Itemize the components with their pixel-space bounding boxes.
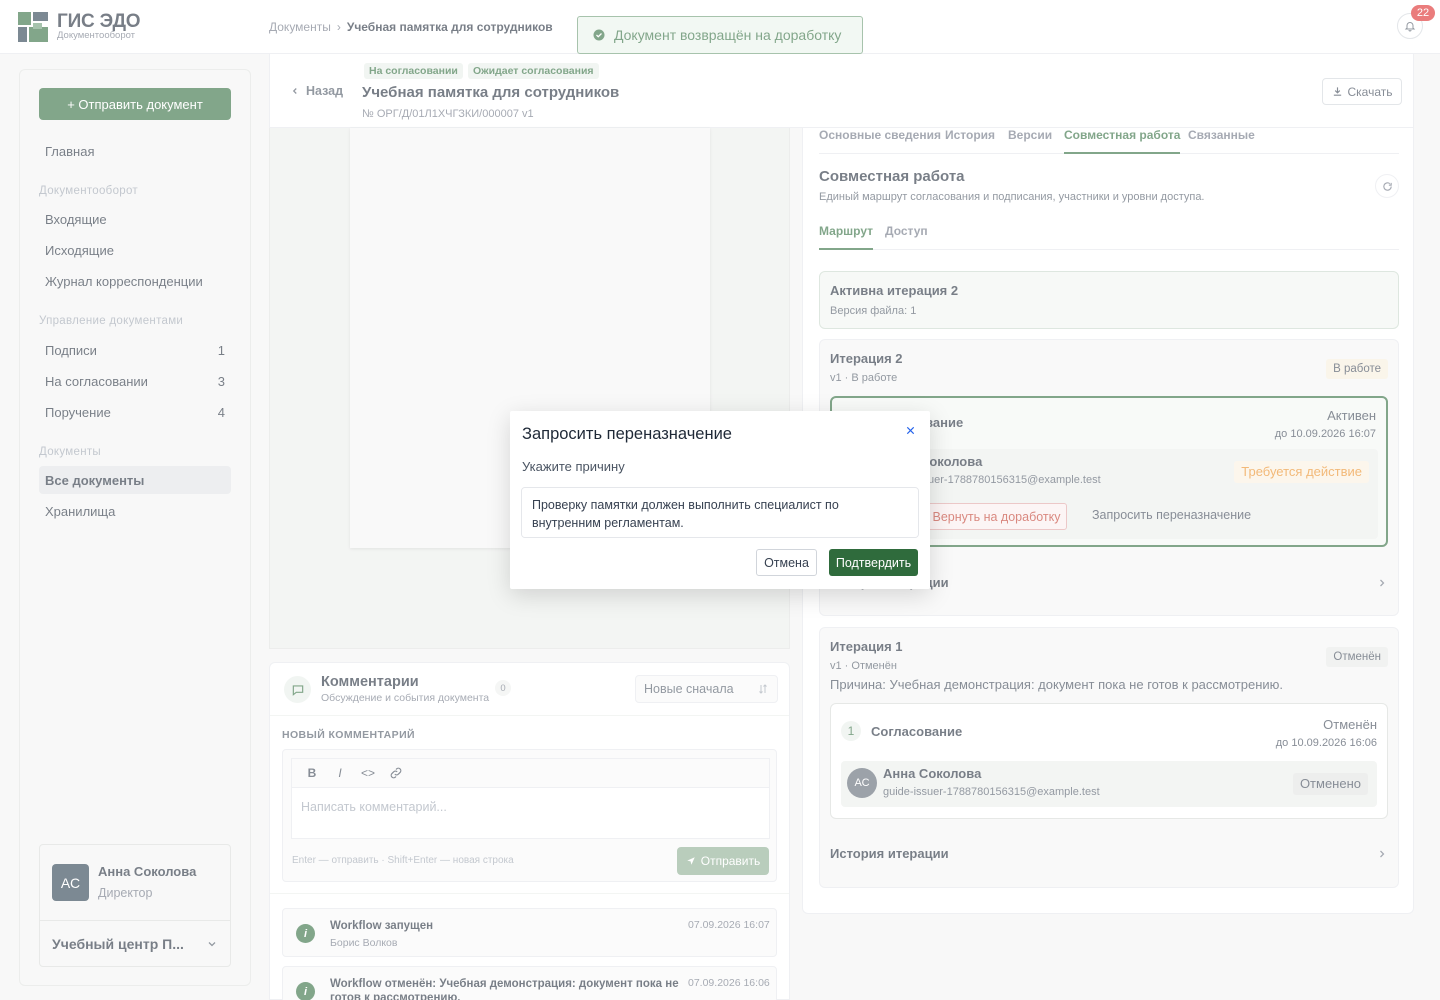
reason-label: Укажите причину <box>522 459 625 474</box>
close-icon <box>906 426 914 434</box>
reassign-dialog: Запросить переназначение Укажите причину… <box>510 411 930 589</box>
reason-textarea[interactable]: Проверку памятки должен выполнить специа… <box>521 487 919 538</box>
close-button[interactable] <box>902 422 918 438</box>
dialog-title: Запросить переназначение <box>522 425 732 443</box>
cancel-button[interactable]: Отмена <box>756 549 817 576</box>
confirm-button[interactable]: Подтвердить <box>829 549 918 576</box>
